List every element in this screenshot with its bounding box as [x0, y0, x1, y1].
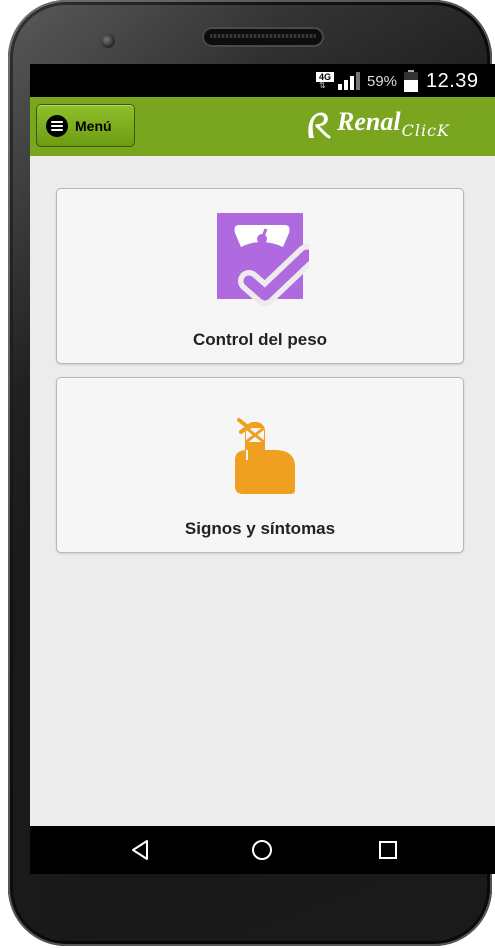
logo-text-renal: Renal — [337, 107, 401, 136]
network-4g-icon: 4G ⇅ — [316, 72, 334, 90]
card-label: Signos y síntomas — [184, 519, 336, 538]
back-icon[interactable] — [128, 838, 152, 862]
battery-fill — [404, 80, 418, 92]
signal-strength-icon — [338, 72, 360, 90]
bandaged-finger-icon — [235, 418, 295, 494]
logo-r-icon — [308, 112, 331, 139]
navigation-bar — [30, 826, 495, 874]
logo-text-click: ClicK — [401, 121, 450, 140]
weight-scale-check-icon — [217, 213, 309, 306]
renalclick-logo: Renal ClicK — [305, 107, 450, 147]
status-bar: 4G ⇅ 59% 12.39 — [30, 64, 495, 97]
clock: 12.39 — [426, 70, 479, 92]
card-signos-y-sintomas[interactable]: Signos y síntomas — [56, 377, 464, 553]
phone-screen: 4G ⇅ 59% 12.39 Menú Renal ClicK Control … — [30, 64, 495, 874]
front-camera — [101, 34, 115, 48]
card-control-del-peso[interactable]: Control del peso — [56, 188, 464, 364]
recents-icon[interactable] — [376, 838, 400, 862]
data-arrows-icon: ⇅ — [319, 81, 326, 90]
earpiece-speaker — [202, 27, 324, 47]
menu-button[interactable]: Menú — [36, 104, 135, 147]
battery-icon — [404, 70, 418, 92]
battery-percent: 59% — [367, 73, 398, 90]
hamburger-icon — [46, 114, 68, 137]
home-icon[interactable] — [250, 838, 274, 862]
app-bar: Menú Renal ClicK — [30, 97, 495, 156]
card-label: Control del peso — [192, 330, 328, 349]
menu-button-label: Menú — [75, 117, 112, 134]
